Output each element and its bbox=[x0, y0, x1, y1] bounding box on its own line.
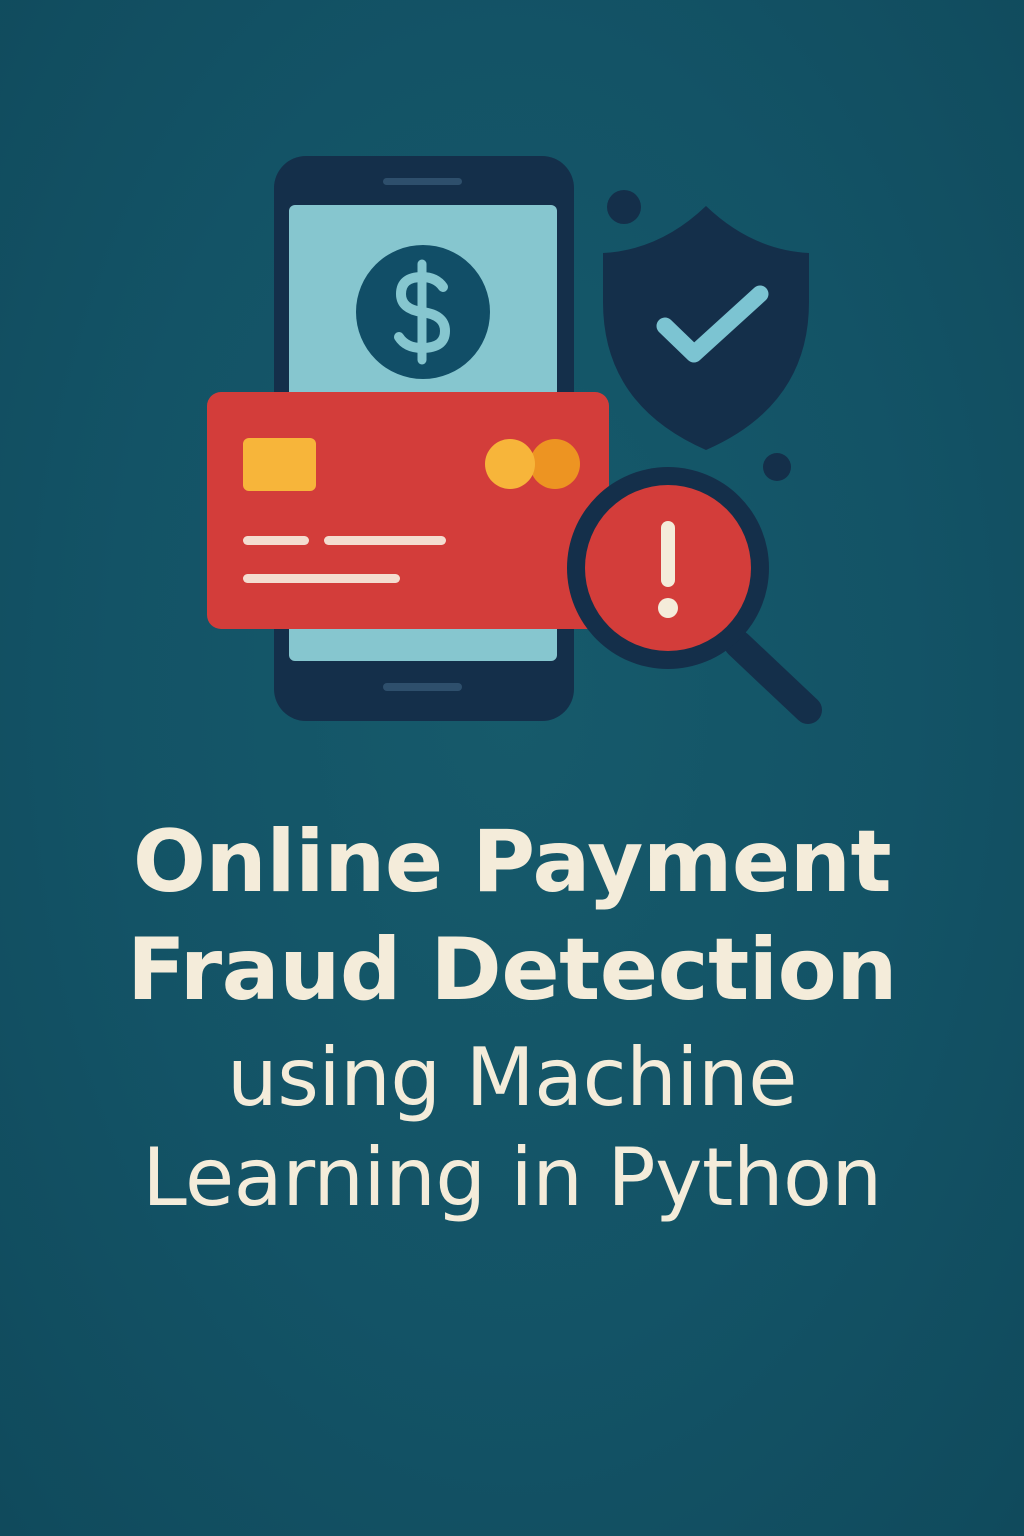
subtitle-line-2: Learning in Python bbox=[142, 1131, 882, 1224]
magnifier-alert-icon bbox=[567, 467, 822, 724]
shield-check-icon bbox=[603, 206, 809, 450]
credit-card-icon bbox=[207, 392, 609, 629]
decorative-dot bbox=[763, 453, 791, 481]
payment-fraud-illustration bbox=[207, 156, 822, 724]
title-line-1: Online Payment bbox=[132, 812, 892, 912]
title-line-2: Fraud Detection bbox=[127, 920, 897, 1020]
title-block: Online Payment Fraud Detection using Mac… bbox=[0, 800, 1024, 1228]
subtitle-line-1: using Machine bbox=[227, 1031, 797, 1124]
dollar-coin-icon bbox=[356, 245, 490, 379]
decorative-dot bbox=[607, 190, 641, 224]
